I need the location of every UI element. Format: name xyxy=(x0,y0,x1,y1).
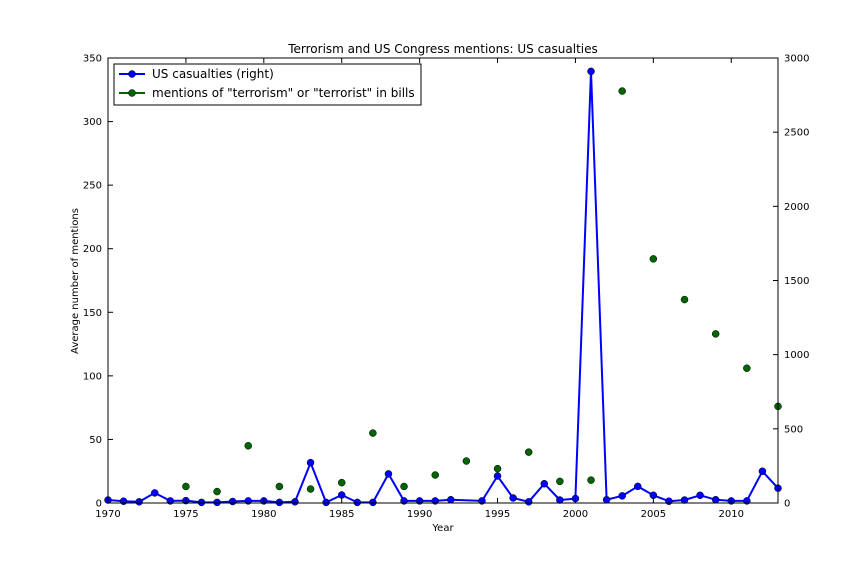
x-tick-label: 2010 xyxy=(719,509,744,520)
mentions-series xyxy=(182,87,782,496)
y2-tick-label: 0 xyxy=(784,499,790,510)
plot-frame xyxy=(107,57,779,504)
y2-tick-label: 1000 xyxy=(784,350,809,361)
casualties-point xyxy=(524,498,533,506)
legend-label-casualties: US casualties (right) xyxy=(152,67,274,81)
casualties-point xyxy=(369,498,377,507)
mentions-point xyxy=(743,364,751,372)
x-tick-label: 1970 xyxy=(95,509,120,520)
x-axis-label: Year xyxy=(431,523,454,534)
casualties-point xyxy=(228,497,237,506)
mentions-point xyxy=(711,330,720,338)
y2-tick-label: 500 xyxy=(784,424,803,435)
mentions-point xyxy=(213,487,221,496)
x-axis: 1970 1975 1980 1985 1990 1995 2000 2005 2010 xyxy=(95,58,744,520)
casualties-point xyxy=(587,67,595,76)
mentions-point xyxy=(337,478,346,487)
x-tick-label: 1990 xyxy=(407,509,432,520)
x-tick-label: 1995 xyxy=(485,509,510,520)
mentions-point xyxy=(431,471,439,479)
casualties-point xyxy=(556,496,564,504)
casualties-point xyxy=(493,472,502,480)
y2-tick-label: 2000 xyxy=(784,202,809,213)
casualties-point xyxy=(135,498,143,506)
mentions-point xyxy=(493,464,502,473)
mentions-point xyxy=(618,87,626,95)
y2-tick-label: 3000 xyxy=(784,54,809,65)
casualties-point xyxy=(384,470,393,478)
casualties-point xyxy=(353,498,362,507)
chart-title: Terrorism and US Congress mentions: US c… xyxy=(287,42,598,56)
casualties-point xyxy=(119,497,128,505)
casualties-point xyxy=(634,482,642,491)
y-axis-label: Average number of mentions xyxy=(70,208,81,354)
casualties-point xyxy=(509,494,517,502)
casualties-point xyxy=(649,491,658,500)
mentions-point xyxy=(369,429,377,437)
chart: Terrorism and US Congress mentions: US c… xyxy=(70,42,809,534)
casualties-point xyxy=(291,498,299,506)
mentions-point xyxy=(587,476,595,484)
x-tick-label: 2005 xyxy=(641,509,666,520)
y-tick-label: 200 xyxy=(83,244,102,255)
casualties-series xyxy=(104,67,782,507)
y2-tick-label: 1500 xyxy=(784,276,809,287)
y-tick-label: 50 xyxy=(89,435,102,446)
mentions-point xyxy=(244,442,252,450)
legend-marker-mentions xyxy=(128,89,136,97)
mentions-point xyxy=(275,482,284,491)
y-tick-label: 250 xyxy=(83,181,102,192)
x-tick-label: 1975 xyxy=(173,509,198,520)
x-tick-label: 2000 xyxy=(563,509,588,520)
casualties-point xyxy=(337,491,346,499)
y2-tick-label: 2500 xyxy=(784,128,809,139)
casualties-point xyxy=(711,495,720,504)
mentions-point xyxy=(556,477,564,486)
casualties-point xyxy=(197,498,206,507)
legend-marker-casualties xyxy=(128,70,136,78)
casualties-point xyxy=(447,495,455,504)
casualties-point xyxy=(758,467,767,476)
casualties-point xyxy=(540,479,549,488)
casualties-point xyxy=(665,497,673,505)
casualties-point xyxy=(618,492,626,500)
casualties-point xyxy=(680,496,689,504)
mentions-point xyxy=(524,448,533,456)
mentions-point xyxy=(680,295,689,304)
y-tick-label: 150 xyxy=(83,308,102,319)
y-tick-label: 350 xyxy=(83,54,102,65)
mentions-point xyxy=(462,457,471,465)
casualties-point xyxy=(306,458,315,467)
legend-label-mentions: mentions of "terrorism" or "terrorist" i… xyxy=(152,86,415,100)
legend: US casualties (right) mentions of "terro… xyxy=(113,63,422,106)
casualties-point xyxy=(150,489,159,497)
y-tick-label: 300 xyxy=(83,117,102,128)
mentions-point xyxy=(306,485,315,493)
casualties-line xyxy=(107,70,779,504)
casualties-point xyxy=(602,495,611,504)
y-tick-label: 100 xyxy=(83,371,102,382)
casualties-point xyxy=(322,498,330,507)
y-tick-label: 0 xyxy=(96,499,102,510)
mentions-point xyxy=(182,482,190,491)
casualties-point xyxy=(696,491,704,500)
mentions-point xyxy=(649,255,658,263)
x-tick-label: 1985 xyxy=(329,509,354,520)
casualties-point xyxy=(213,498,221,507)
casualties-point xyxy=(275,498,284,507)
x-tick-label: 1980 xyxy=(251,509,276,520)
mentions-point xyxy=(400,482,408,491)
